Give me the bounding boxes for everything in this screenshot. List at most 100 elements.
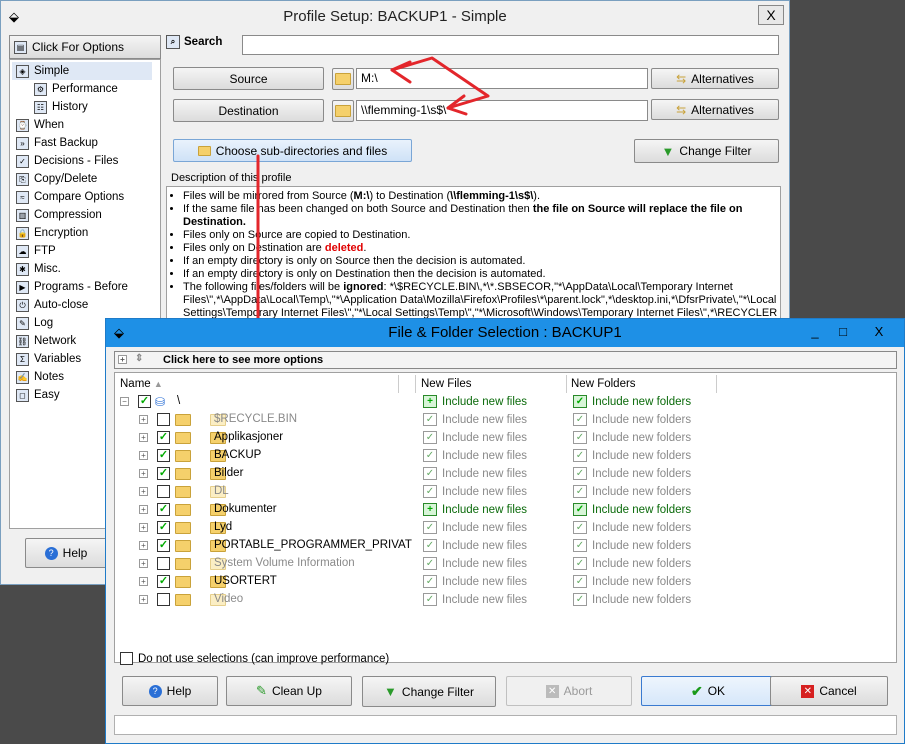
include-new-folders-cell[interactable]: ✓ Include new folders (573, 413, 691, 426)
folder-name: $RECYCLE.BIN (214, 413, 298, 425)
include-folders-label: Include new folders (592, 593, 692, 606)
expand-icon[interactable]: + (139, 469, 148, 478)
folder-checkbox[interactable]: ✓ (157, 467, 170, 480)
folder-checkbox[interactable]: ✓ (157, 521, 170, 534)
new-files-icon: ✓ (423, 431, 437, 444)
include-new-files-cell[interactable]: ✓ Include new files (423, 485, 527, 498)
maximize-button[interactable]: □ (830, 321, 856, 343)
folder-checkbox[interactable]: ✓ (157, 539, 170, 552)
minimize-button[interactable]: _ (802, 321, 828, 343)
include-new-files-cell[interactable]: ✓ Include new files (423, 575, 527, 588)
col-new-folders-header[interactable]: New Folders (571, 375, 636, 393)
include-folders-label: Include new folders (592, 503, 692, 516)
include-new-folders-cell[interactable]: ✓ Include new folders (573, 431, 691, 444)
table-row[interactable]: + $RECYCLE.BIN ✓ Include new files ✓ Include … (115, 411, 715, 429)
table-row[interactable]: + ✓ BACKUP ✓ Include new files ✓ Include new f… (115, 447, 715, 465)
include-folders-label: Include new folders (592, 521, 692, 534)
cleanup-button[interactable]: ✎ Clean Up (226, 676, 352, 706)
cleanup-label: Clean Up (271, 684, 322, 698)
include-files-label: Include new files (442, 503, 528, 516)
folder-checkbox[interactable]: ✓ (138, 395, 151, 408)
table-row[interactable]: + ✓ PORTABLE_PROGRAMMER_PRIVAT ✓ Include new… (115, 537, 715, 555)
include-new-folders-cell[interactable]: ✓ Include new folders (573, 503, 691, 516)
table-row[interactable]: + ✓ Dokumenter + Include new files ✓ Include n… (115, 501, 715, 519)
include-new-folders-cell[interactable]: ✓ Include new folders (573, 539, 691, 552)
folder-checkbox[interactable]: ✓ (157, 575, 170, 588)
col-name-header[interactable]: Name ▲ (120, 375, 163, 393)
expand-icon[interactable]: + (139, 523, 148, 532)
include-files-label: Include new files (442, 467, 528, 480)
help-icon: ? (148, 684, 162, 698)
include-new-folders-cell[interactable]: ✓ Include new folders (573, 467, 691, 480)
help-button[interactable]: ? Help (122, 676, 218, 706)
include-new-folders-cell[interactable]: ✓ Include new folders (573, 521, 691, 534)
expand-icon[interactable]: + (139, 433, 148, 442)
table-row[interactable]: + Video ✓ Include new files ✓ Include new fol… (115, 591, 715, 609)
new-files-icon: ✓ (423, 413, 437, 426)
file-folder-selection-window: ⬙ File & Folder Selection : BACKUP1 _ □ … (105, 318, 905, 744)
new-files-icon: ✓ (423, 539, 437, 552)
no-selections-checkbox[interactable] (120, 652, 133, 665)
expand-icon[interactable]: + (139, 541, 148, 550)
include-new-files-cell[interactable]: ✓ Include new files (423, 539, 527, 552)
new-folders-icon: ✓ (573, 593, 587, 606)
include-files-label: Include new files (442, 557, 528, 570)
include-new-files-cell[interactable]: ✓ Include new files (423, 593, 527, 606)
include-new-files-cell[interactable]: ✓ Include new files (423, 521, 527, 534)
tree-root-row[interactable]: − ✓ ⛁ \ + Include new files ✓ Include new folde… (115, 393, 715, 411)
table-row[interactable]: + ✓ Applikasjoner ✓ Include new files ✓ Includ… (115, 429, 715, 447)
folder-icon (175, 558, 191, 570)
include-new-folders-cell[interactable]: ✓ Include new folders (573, 575, 691, 588)
folder-checkbox[interactable]: ✓ (157, 503, 170, 516)
include-new-folders-cell[interactable]: ✓ Include new folders (573, 395, 691, 408)
expand-icon[interactable]: + (139, 577, 148, 586)
new-files-icon: ✓ (423, 593, 437, 606)
include-new-files-cell[interactable]: ✓ Include new files (423, 557, 527, 570)
abort-button[interactable]: ✕ Abort (506, 676, 632, 706)
expand-icon[interactable]: + (139, 487, 148, 496)
col-new-files-header[interactable]: New Files (421, 375, 471, 393)
table-row[interactable]: + DL ✓ Include new files ✓ Include new folder… (115, 483, 715, 501)
include-new-files-cell[interactable]: ✓ Include new files (423, 467, 527, 480)
folder-checkbox[interactable] (157, 413, 170, 426)
no-selections-option[interactable]: Do not use selections (can improve perfo… (120, 652, 389, 665)
table-row[interactable]: + System Volume Information ✓ Include new f… (115, 555, 715, 573)
folder-checkbox[interactable]: ✓ (157, 431, 170, 444)
change-filter-button[interactable]: ▼ Change Filter (362, 676, 496, 707)
folder-checkbox[interactable]: ✓ (157, 449, 170, 462)
collapse-icon[interactable]: − (120, 397, 129, 406)
close-button[interactable]: X (858, 321, 900, 343)
folder-checkbox[interactable] (157, 485, 170, 498)
expand-icon[interactable]: + (139, 451, 148, 460)
include-files-label: Include new files (442, 539, 528, 552)
expand-icon[interactable]: + (139, 559, 148, 568)
table-row[interactable]: + ✓ USORTERT ✓ Include new files ✓ Include new… (115, 573, 715, 591)
table-row[interactable]: + ✓ Lyd ✓ Include new files ✓ Include new fold… (115, 519, 715, 537)
include-new-folders-cell[interactable]: ✓ Include new folders (573, 485, 691, 498)
include-new-files-cell[interactable]: + Include new files (423, 395, 527, 408)
cancel-button[interactable]: ✕ Cancel (770, 676, 888, 706)
expand-icon: + (118, 355, 127, 364)
col-divider (398, 375, 399, 393)
ok-button[interactable]: ✔ OK (641, 676, 775, 706)
include-new-folders-cell[interactable]: ✓ Include new folders (573, 593, 691, 606)
include-new-files-cell[interactable]: ✓ Include new files (423, 431, 527, 444)
include-new-folders-cell[interactable]: ✓ Include new folders (573, 557, 691, 570)
abort-icon: ✕ (545, 684, 559, 698)
folder-icon (175, 486, 191, 498)
table-row[interactable]: + ✓ Bilder ✓ Include new files ✓ Include new f… (115, 465, 715, 483)
expand-icon[interactable]: + (139, 415, 148, 424)
folder-checkbox[interactable] (157, 593, 170, 606)
include-folders-label: Include new folders (592, 575, 692, 588)
more-options-bar[interactable]: + ⇕ Click here to see more options (114, 351, 897, 369)
expand-icon[interactable]: + (139, 595, 148, 604)
ok-label: OK (707, 684, 726, 698)
include-new-files-cell[interactable]: ✓ Include new files (423, 449, 527, 462)
expand-icon[interactable]: + (139, 505, 148, 514)
include-new-folders-cell[interactable]: ✓ Include new folders (573, 449, 691, 462)
include-new-files-cell[interactable]: ✓ Include new files (423, 413, 527, 426)
folder-name: \ (177, 395, 181, 407)
new-files-icon: ✓ (423, 449, 437, 462)
include-new-files-cell[interactable]: + Include new files (423, 503, 527, 516)
folder-checkbox[interactable] (157, 557, 170, 570)
